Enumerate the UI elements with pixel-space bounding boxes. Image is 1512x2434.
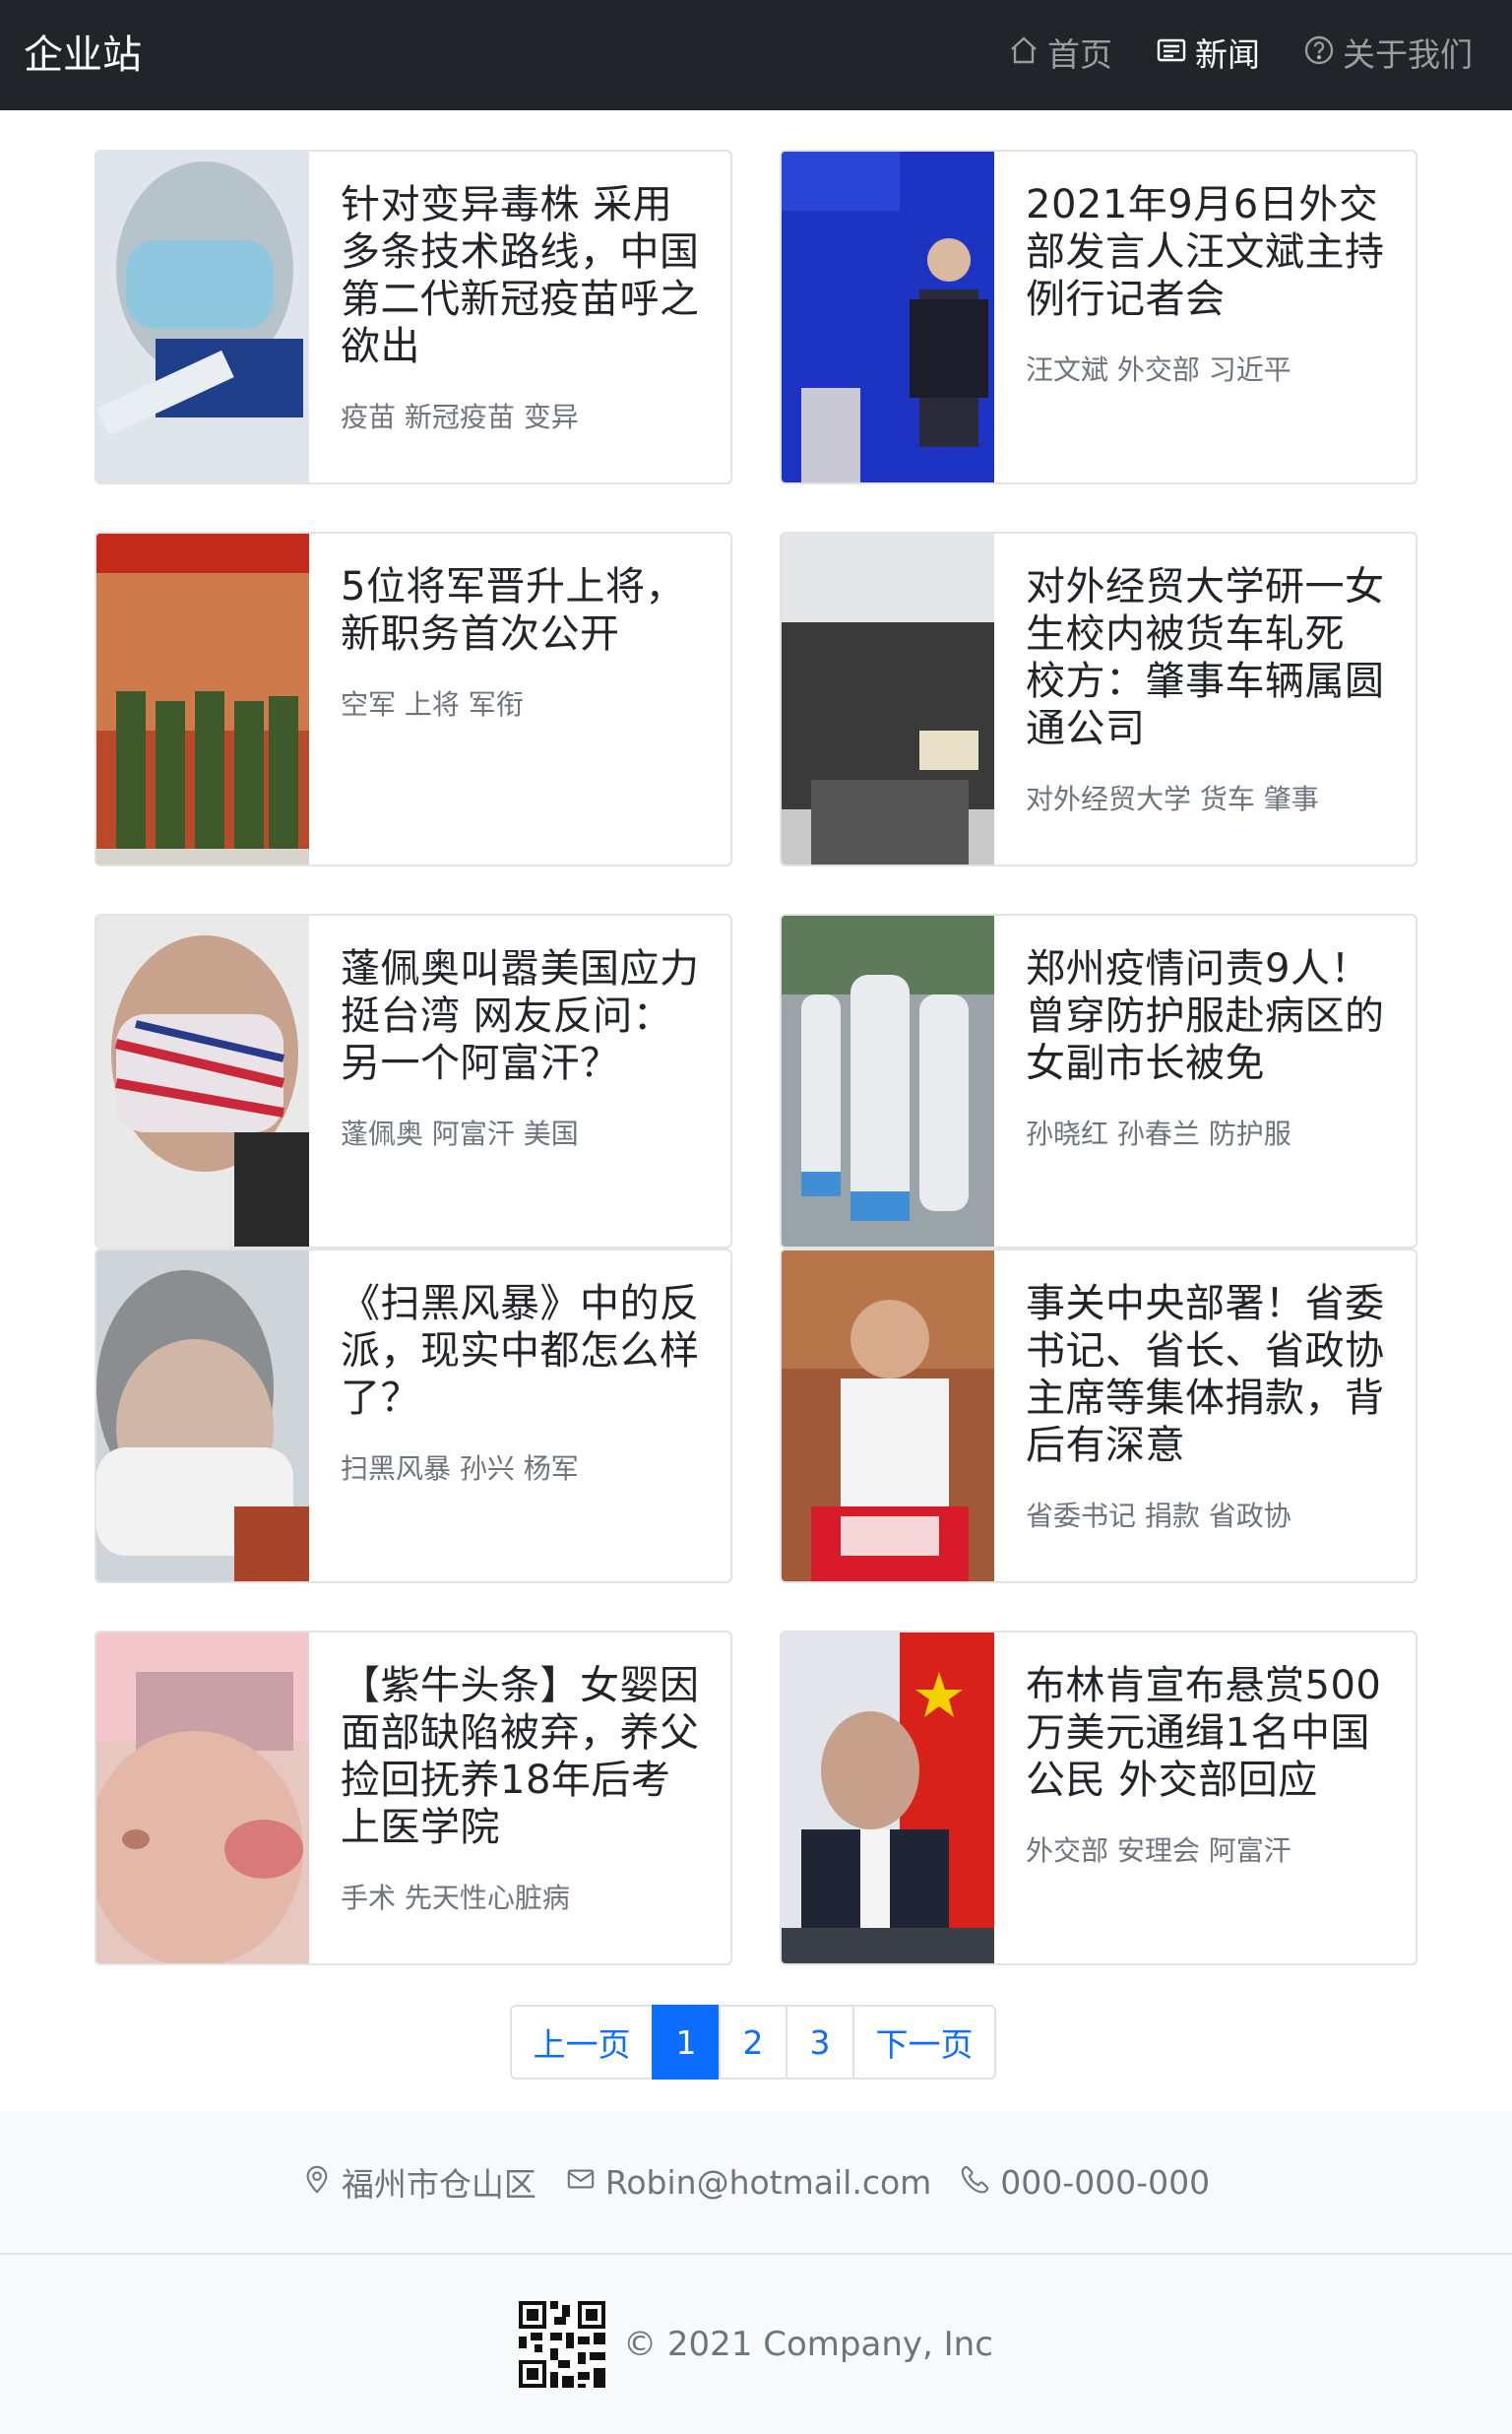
news-card[interactable]: 布林肯宣布悬赏500万美元通缉1名中国公民 外交部回应 外交部 安理会 阿富汗 [780, 1631, 1418, 1965]
news-card[interactable]: 2021年9月6日外交部发言人汪文斌主持例行记者会 汪文斌 外交部 习近平 [780, 150, 1418, 484]
page-button-1[interactable]: 1 [652, 2005, 721, 2080]
news-title[interactable]: 蓬佩奥叫嚣美国应力挺台湾 网友反问：另一个阿富汗？ [341, 945, 705, 1087]
news-tags: 空军 上将 军衔 [341, 688, 524, 721]
news-tags: 汪文斌 外交部 习近平 [1026, 353, 1292, 386]
news-tags: 孙晓红 孙春兰 防护服 [1026, 1118, 1292, 1150]
news-tags: 手术 先天性心脏病 [341, 1882, 570, 1914]
news-card[interactable]: 针对变异毒株 采用多条技术路线，中国第二代新冠疫苗呼之欲出 疫苗 新冠疫苗 变异 [94, 150, 732, 484]
prev-page-button[interactable]: 上一页 [510, 2005, 654, 2080]
footer-bottom: © 2021 Company, Inc [0, 2255, 1512, 2434]
news-title[interactable]: 【紫牛头条】女婴因面部缺陷被弃，养父捡回抚养18年后考上医学院 [341, 1662, 705, 1851]
geo-alt-icon [302, 2163, 332, 2202]
news-title[interactable]: 布林肯宣布悬赏500万美元通缉1名中国公民 外交部回应 [1026, 1662, 1390, 1804]
nav-item-label: 新闻 [1195, 35, 1260, 74]
news-card[interactable]: 【紫牛头条】女婴因面部缺陷被弃，养父捡回抚养18年后考上医学院 手术 先天性心脏… [94, 1631, 732, 1965]
phone-text[interactable]: 000-000-000 [1000, 2163, 1210, 2202]
top-navbar: 企业站 首页 新闻 关于我们 [0, 0, 1512, 110]
news-card[interactable]: 郑州疫情问责9人！曾穿防护服赴病区的女副市长被免 孙晓红 孙春兰 防护服 [780, 914, 1418, 1249]
news-tags: 疫苗 新冠疫苗 变异 [341, 401, 579, 433]
news-title[interactable]: 郑州疫情问责9人！曾穿防护服赴病区的女副市长被免 [1026, 945, 1390, 1087]
news-thumbnail [782, 916, 994, 1247]
news-thumbnail [96, 1250, 309, 1581]
news-thumbnail [96, 1633, 309, 1963]
page-button-3[interactable]: 3 [786, 2005, 854, 2080]
news-title[interactable]: 5位将军晋升上将，新职务首次公开 [341, 563, 705, 658]
news-card[interactable]: 事关中央部署！省委书记、省长、省政协主席等集体捐款，背后有深意 省委书记 捐款 … [780, 1249, 1418, 1583]
nav-item-label: 首页 [1047, 35, 1112, 74]
news-thumbnail [782, 152, 994, 482]
news-tags: 对外经贸大学 货车 肇事 [1026, 783, 1319, 815]
newspaper-icon [1156, 32, 1187, 79]
address-item: 福州市仓山区 [302, 2158, 536, 2206]
news-card[interactable]: 对外经贸大学研一女生校内被货车轧死 校方：肇事车辆属圆通公司 对外经贸大学 货车… [780, 532, 1418, 866]
news-card[interactable]: 蓬佩奥叫嚣美国应力挺台湾 网友反问：另一个阿富汗？ 蓬佩奥 阿富汗 美国 [94, 914, 732, 1249]
news-title[interactable]: 《扫黑风暴》中的反派，现实中都怎么样了？ [341, 1280, 705, 1422]
question-circle-icon [1303, 32, 1335, 79]
brand-logo[interactable]: 企业站 [24, 28, 142, 83]
telephone-icon [961, 2163, 990, 2202]
news-tags: 蓬佩奥 阿富汗 美国 [341, 1118, 579, 1150]
nav-item-home[interactable]: 首页 [1008, 32, 1112, 79]
news-thumbnail [96, 534, 309, 865]
news-card[interactable]: 《扫黑风暴》中的反派，现实中都怎么样了？ 扫黑风暴 孙兴 杨军 [94, 1249, 732, 1583]
news-thumbnail [782, 1250, 994, 1581]
news-tags: 扫黑风暴 孙兴 杨军 [341, 1452, 579, 1485]
news-title[interactable]: 针对变异毒株 采用多条技术路线，中国第二代新冠疫苗呼之欲出 [341, 181, 705, 370]
address-text: 福州市仓山区 [341, 2165, 536, 2204]
next-page-button[interactable]: 下一页 [852, 2005, 996, 2080]
email-item[interactable]: Robin@hotmail.com [566, 2163, 931, 2202]
nav-item-label: 关于我们 [1343, 35, 1473, 74]
news-tags: 省委书记 捐款 省政协 [1026, 1500, 1292, 1532]
news-card[interactable]: 5位将军晋升上将，新职务首次公开 空军 上将 军衔 [94, 532, 732, 866]
nav-item-about[interactable]: 关于我们 [1303, 32, 1473, 79]
news-title[interactable]: 2021年9月6日外交部发言人汪文斌主持例行记者会 [1026, 181, 1390, 323]
news-tags: 外交部 安理会 阿富汗 [1026, 1834, 1292, 1867]
qr-code-icon [519, 2301, 606, 2388]
news-title[interactable]: 对外经贸大学研一女生校内被货车轧死 校方：肇事车辆属圆通公司 [1026, 563, 1390, 752]
news-thumbnail [96, 152, 309, 482]
phone-item[interactable]: 000-000-000 [961, 2163, 1210, 2202]
envelope-icon [566, 2163, 596, 2202]
news-thumbnail [96, 916, 309, 1247]
news-thumbnail [782, 1633, 994, 1963]
news-title[interactable]: 事关中央部署！省委书记、省长、省政协主席等集体捐款，背后有深意 [1026, 1280, 1390, 1469]
nav-item-news[interactable]: 新闻 [1156, 32, 1260, 79]
footer-contact: 福州市仓山区 Robin@hotmail.com 000-000-000 [0, 2111, 1512, 2253]
main-nav: 首页 新闻 关于我们 [1008, 32, 1473, 79]
pagination: 上一页 1 2 3 下一页 [510, 2005, 996, 2080]
news-thumbnail [782, 534, 994, 865]
email-text[interactable]: Robin@hotmail.com [605, 2163, 931, 2202]
page-button-2[interactable]: 2 [719, 2005, 788, 2080]
house-icon [1008, 32, 1040, 79]
copyright-text: © 2021 Company, Inc [623, 2325, 993, 2364]
